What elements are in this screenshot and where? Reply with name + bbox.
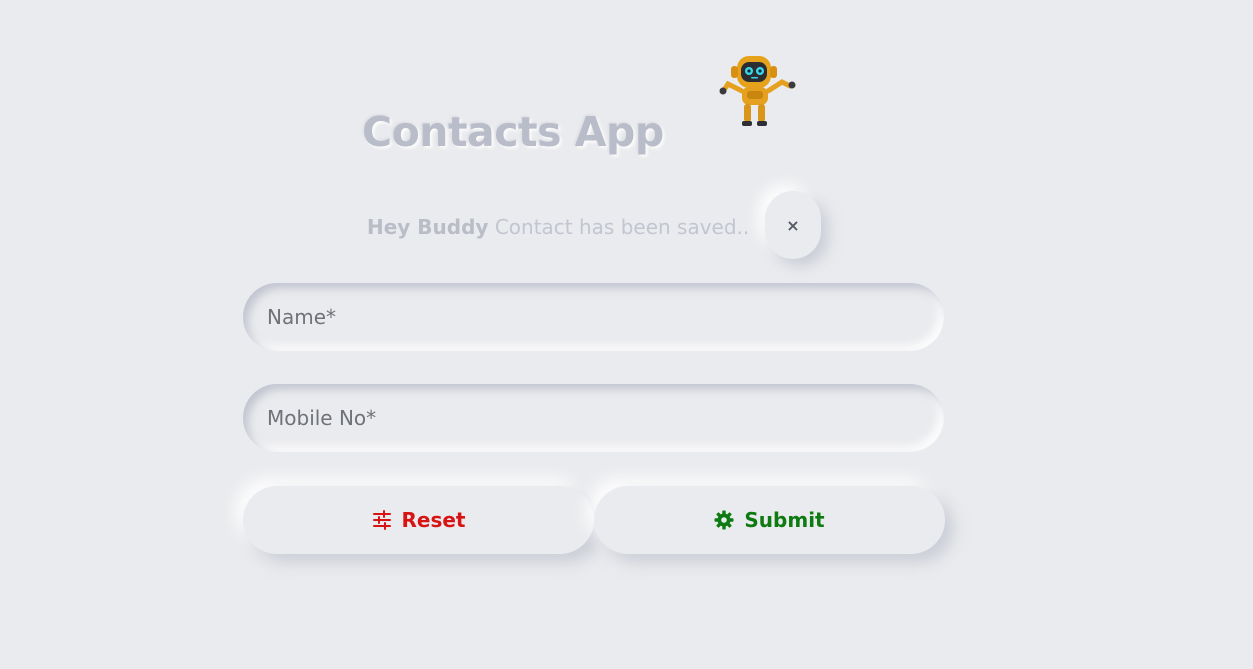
submit-button[interactable]: Submit [594,486,945,554]
submit-button-label: Submit [744,508,825,532]
alert-strong-text: Hey Buddy [367,215,489,239]
reset-button-label: Reset [401,508,466,532]
name-field-wrapper [243,283,944,351]
close-icon: × [786,215,800,235]
alert-message: Contact has been saved.. [494,215,750,239]
contacts-app-page: Contacts App Hey Buddy Contact has been … [0,0,1253,669]
app-title: Contacts App [362,108,664,156]
mobile-input[interactable] [265,405,922,431]
name-input[interactable] [265,304,922,330]
gear-icon [714,510,734,530]
mobile-field-wrapper [243,384,944,452]
sliders-icon [372,510,391,530]
alert-close-button[interactable]: × [765,191,821,259]
reset-button[interactable]: Reset [243,486,594,554]
success-alert: Hey Buddy Contact has been saved.. [367,210,749,244]
robot-mascot-image [719,56,796,126]
